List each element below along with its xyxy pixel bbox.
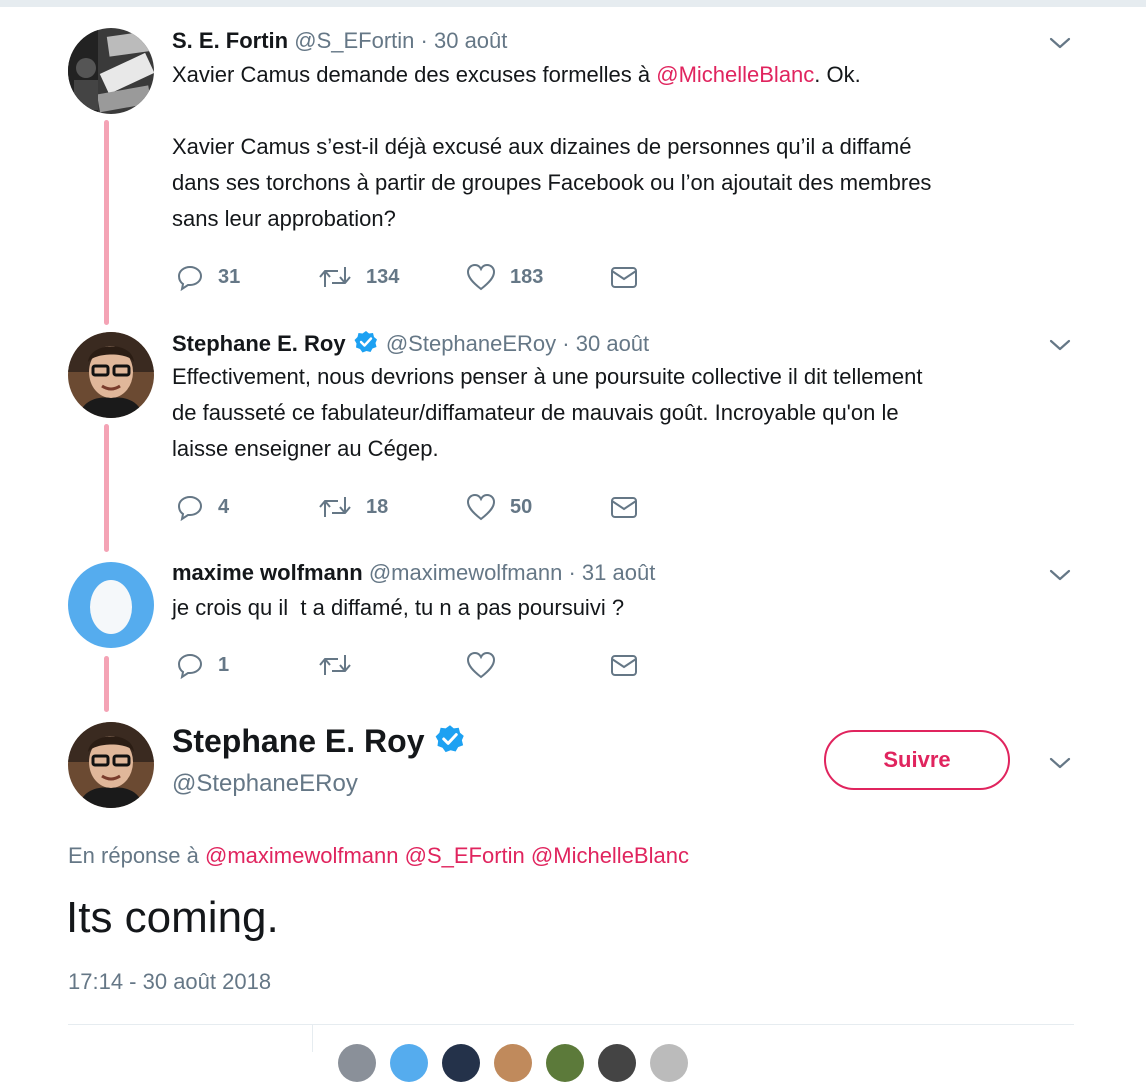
verified-badge-icon <box>354 331 377 353</box>
thread-connector <box>104 424 109 552</box>
main-author-handle[interactable]: @StephaneERoy <box>172 770 358 798</box>
chevron-down-icon[interactable] <box>1048 754 1072 772</box>
author-handle[interactable]: @StephaneERoy <box>386 331 556 356</box>
tweet-line: laisse enseigner au Cégep. <box>172 436 439 461</box>
liker-avatar[interactable] <box>338 1044 376 1082</box>
chevron-down-icon[interactable] <box>1048 336 1072 354</box>
separator-dot: · <box>562 331 570 356</box>
tweet-line <box>172 93 931 129</box>
separator-dot: · <box>420 28 428 53</box>
tweet-line: Xavier Camus s’est-il déjà excusé aux di… <box>172 134 912 159</box>
retweet-icon <box>319 497 351 517</box>
tweet-line: sans leur approbation? <box>172 206 396 231</box>
retweet-count: 18 <box>366 495 389 518</box>
mention-link[interactable]: @MichelleBlanc <box>656 62 814 87</box>
author-handle[interactable]: @S_EFortin <box>294 28 414 53</box>
tweet-date[interactable]: 31 août <box>582 560 655 585</box>
retweet-button[interactable]: 134 <box>318 262 399 292</box>
avatar[interactable] <box>68 562 154 648</box>
main-author-name[interactable]: Stephane E. Roy <box>172 723 467 760</box>
reply-icon <box>177 495 203 521</box>
follow-button[interactable]: Suivre <box>824 730 1010 790</box>
reply-button[interactable]: 31 <box>176 262 240 292</box>
retweet-button[interactable]: 18 <box>318 492 388 522</box>
dm-button[interactable] <box>610 262 638 292</box>
reply-icon <box>177 653 203 679</box>
verified-badge-icon <box>436 725 465 753</box>
like-count: 183 <box>510 265 544 288</box>
author-name[interactable]: Stephane E. Roy <box>172 331 346 356</box>
heart-icon <box>466 263 496 291</box>
retweet-icon <box>319 267 351 287</box>
liker-avatar[interactable] <box>442 1044 480 1082</box>
dm-button[interactable] <box>610 650 638 680</box>
main-tweet-text: Its coming. <box>66 893 279 942</box>
reply-count: 4 <box>218 495 230 518</box>
envelope-icon <box>611 497 637 518</box>
reply-context: En réponse à @maximewolfmann @S_EFortin … <box>68 843 689 869</box>
envelope-icon <box>611 267 637 288</box>
chevron-down-icon[interactable] <box>1048 34 1072 52</box>
dm-button[interactable] <box>610 492 638 522</box>
like-button[interactable]: 50 <box>466 492 532 522</box>
tweet-text: je crois qu il t a diffamé, tu n a pas p… <box>172 590 624 626</box>
separator-dot: · <box>568 560 576 585</box>
reply-icon <box>177 265 203 291</box>
reply-button[interactable]: 4 <box>176 492 229 522</box>
tweet-timestamp[interactable]: 17:14 - 30 août 2018 <box>68 969 271 995</box>
tweet-line: Xavier Camus demande des excuses formell… <box>172 62 861 87</box>
liker-avatar[interactable] <box>546 1044 584 1082</box>
mention-link[interactable]: @MichelleBlanc <box>531 843 689 868</box>
mention-link[interactable]: @maximewolfmann <box>205 843 399 868</box>
tweet-text: Effectivement, nous devrions penser à un… <box>172 359 922 467</box>
reply-button[interactable]: 1 <box>176 650 229 680</box>
author-handle[interactable]: @maximewolfmann <box>369 560 563 585</box>
tweet-header: Stephane E. Roy @StephaneERoy · 30 août <box>172 330 649 357</box>
like-button[interactable]: 183 <box>466 262 543 292</box>
avatar[interactable] <box>68 722 154 808</box>
chevron-down-icon[interactable] <box>1048 566 1072 584</box>
thread-connector <box>104 656 109 712</box>
avatar[interactable] <box>68 28 154 114</box>
divider <box>68 1024 1074 1025</box>
like-count: 50 <box>510 495 533 518</box>
tweet-line: dans ses torchons à partir de groupes Fa… <box>172 170 932 195</box>
mention-link[interactable]: @S_EFortin <box>405 843 525 868</box>
thread-connector <box>104 120 109 325</box>
divider <box>312 1025 313 1052</box>
tweet-line: Effectivement, nous devrions penser à un… <box>172 364 923 389</box>
liker-avatar[interactable] <box>494 1044 532 1082</box>
liker-avatar[interactable] <box>598 1044 636 1082</box>
reply-count: 31 <box>218 265 241 288</box>
author-name[interactable]: maxime wolfmann <box>172 560 363 585</box>
liker-avatar[interactable] <box>390 1044 428 1082</box>
tweet-line: je crois qu il t a diffamé, tu n a pas p… <box>172 595 625 620</box>
retweet-button[interactable] <box>318 650 352 680</box>
envelope-icon <box>611 655 637 676</box>
tweet-header: S. E. Fortin @S_EFortin · 30 août <box>172 28 507 54</box>
like-button[interactable] <box>466 650 496 680</box>
retweet-count: 134 <box>366 265 400 288</box>
tweet-line: de fausseté ce fabulateur/diffamateur de… <box>172 400 899 425</box>
top-border <box>0 0 1146 7</box>
tweet-header: maxime wolfmann @maximewolfmann · 31 aoû… <box>172 560 655 586</box>
heart-icon <box>466 651 496 679</box>
retweet-icon <box>319 655 351 675</box>
reply-prefix: En réponse à <box>68 843 199 868</box>
tweet-date[interactable]: 30 août <box>576 331 649 356</box>
reply-count: 1 <box>218 653 230 676</box>
heart-icon <box>466 493 496 521</box>
liker-avatar[interactable] <box>650 1044 688 1082</box>
author-name[interactable]: S. E. Fortin <box>172 28 288 53</box>
tweet-text: Xavier Camus demande des excuses formell… <box>172 57 931 237</box>
tweet-date[interactable]: 30 août <box>434 28 507 53</box>
avatar[interactable] <box>68 332 154 418</box>
